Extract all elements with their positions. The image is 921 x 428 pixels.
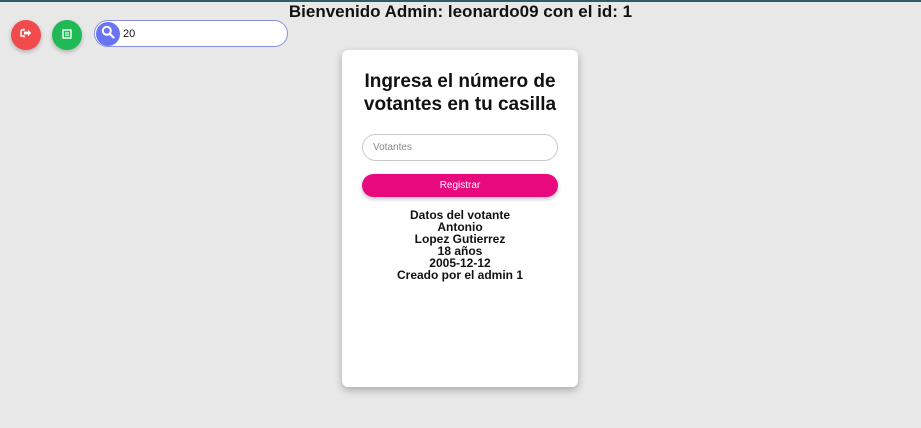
voter-data: Datos del votante Antonio Lopez Gutierre… [342, 209, 578, 281]
card-title: Ingresa el número de votantes en tu casi… [363, 71, 557, 115]
logout-icon [20, 26, 32, 44]
report-icon [62, 26, 72, 44]
search-button[interactable] [96, 22, 120, 46]
search-input[interactable] [123, 23, 281, 44]
logout-button[interactable] [11, 20, 41, 50]
search-icon [101, 25, 115, 44]
welcome-heading: Bienvenido Admin: leonardo09 con el id: … [288, 2, 633, 21]
search-bar[interactable] [94, 20, 288, 47]
report-button[interactable] [52, 20, 82, 50]
voter-card: Ingresa el número de votantes en tu casi… [342, 50, 578, 387]
register-button[interactable]: Registrar [362, 174, 558, 197]
votantes-input[interactable] [362, 134, 558, 161]
voter-created-by: Creado por el admin 1 [396, 268, 524, 282]
